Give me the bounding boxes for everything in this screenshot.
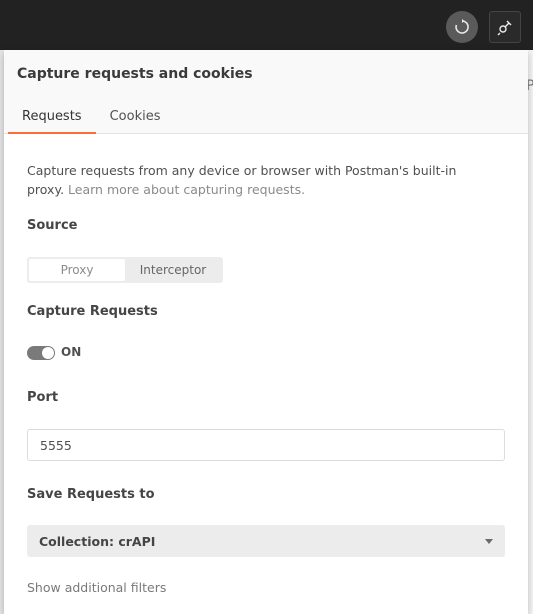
tab-cookies[interactable]: Cookies	[96, 108, 175, 134]
chevron-down-icon	[485, 538, 493, 544]
background-app	[528, 50, 533, 614]
capture-panel: Capture requests and cookies Requests Co…	[4, 50, 528, 614]
port-label: Port	[27, 390, 59, 405]
source-segmented-control: Proxy Interceptor	[27, 257, 223, 283]
save-requests-label: Save Requests to	[27, 487, 155, 502]
tab-requests[interactable]: Requests	[8, 108, 96, 134]
capture-button[interactable]	[489, 11, 521, 43]
capture-requests-label: Capture Requests	[27, 304, 158, 319]
sync-button[interactable]	[446, 11, 478, 43]
sync-icon	[455, 19, 469, 34]
toggle-knob	[42, 347, 54, 359]
save-requests-select[interactable]: Collection: crAPI	[27, 525, 505, 557]
port-input[interactable]	[27, 429, 505, 461]
toggle-state-text: ON	[61, 345, 82, 359]
description: Capture requests from any device or brow…	[27, 161, 497, 199]
source-option-interceptor[interactable]: Interceptor	[125, 259, 221, 281]
source-label: Source	[27, 218, 78, 233]
select-value: Collection: crAPI	[39, 533, 156, 549]
panel-title: Capture requests and cookies	[17, 66, 253, 82]
source-option-proxy[interactable]: Proxy	[29, 259, 125, 281]
tab-bar: Requests Cookies	[8, 108, 175, 134]
capture-toggle[interactable]	[27, 346, 55, 360]
learn-more-link[interactable]: Learn more about capturing requests.	[68, 182, 305, 197]
panel-header: Capture requests and cookies Requests Co…	[4, 50, 528, 134]
satellite-icon	[497, 20, 512, 36]
top-bar	[0, 0, 533, 50]
show-filters-link[interactable]: Show additional filters	[27, 580, 166, 595]
